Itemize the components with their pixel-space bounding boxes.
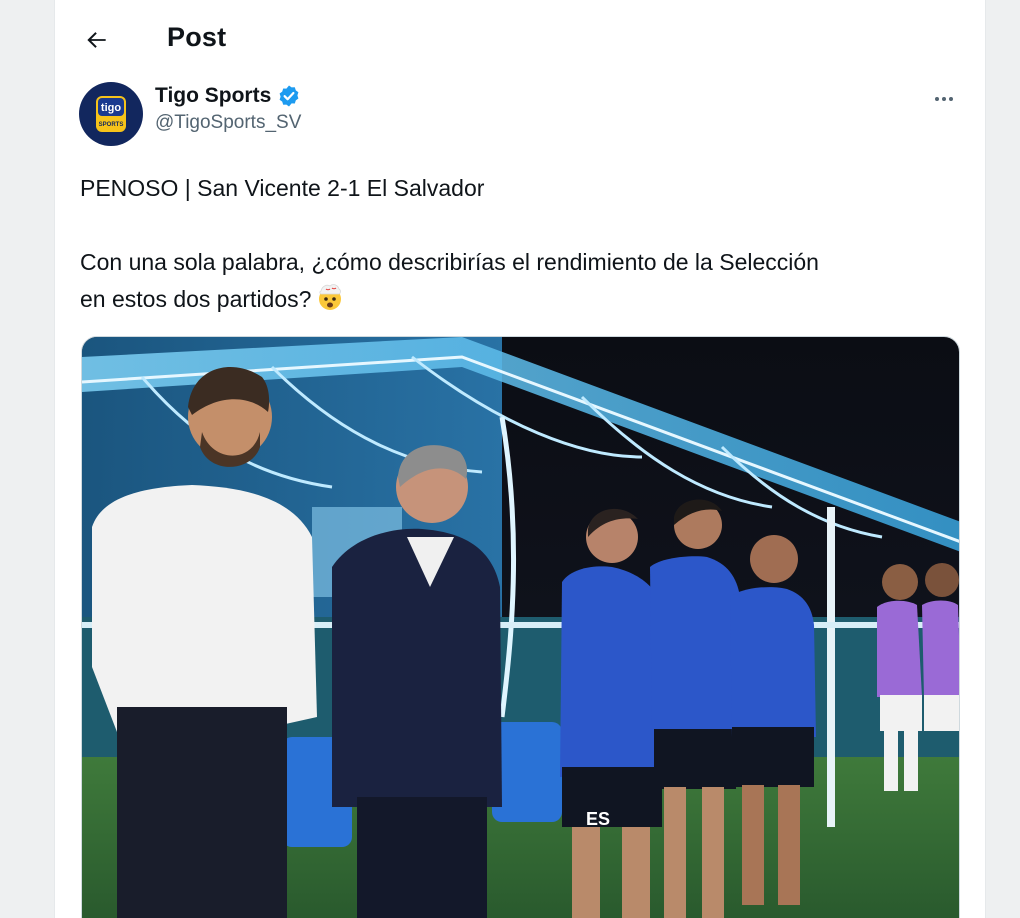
- post-photo[interactable]: ES: [81, 336, 960, 918]
- post-text-line: PENOSO | San Vicente 2-1 El Salvador: [80, 175, 485, 201]
- display-name-row: Tigo Sports: [155, 84, 301, 108]
- post-text-line: Con una sola palabra, ¿cómo describirías…: [80, 249, 819, 275]
- verified-badge-icon: [279, 85, 299, 107]
- author-handle[interactable]: @TigoSports_SV: [155, 112, 301, 134]
- left-background: [0, 0, 54, 918]
- post-text-line-3: en estos dos partidos?: [80, 286, 312, 312]
- arrow-left-icon: [87, 32, 106, 48]
- more-dot-icon: [949, 97, 953, 101]
- more-dot-icon: [942, 97, 946, 101]
- post-detail-column: Post tigo SPORTS Tigo Sports @TigoSports…: [54, 0, 986, 918]
- post-text: PENOSO | San Vicente 2-1 El Salvador Con…: [80, 170, 960, 323]
- more-options-button[interactable]: [927, 84, 961, 114]
- post-header: Post: [55, 0, 985, 76]
- back-button[interactable]: [77, 20, 117, 60]
- avatar[interactable]: tigo SPORTS: [79, 82, 143, 146]
- post-text-line: en estos dos partidos?: [80, 281, 960, 323]
- author-block: Tigo Sports @TigoSports_SV: [155, 84, 301, 134]
- page-title: Post: [167, 22, 227, 52]
- avatar-logo-text: tigo: [101, 102, 121, 114]
- avatar-logo-subtext: SPORTS: [99, 122, 124, 128]
- exploding-head-icon: [315, 282, 345, 323]
- tigo-sports-logo-icon: tigo SPORTS: [96, 96, 126, 132]
- more-dot-icon: [935, 97, 939, 101]
- author-display-name[interactable]: Tigo Sports: [155, 84, 271, 108]
- jersey-text: ES: [586, 809, 610, 829]
- right-background: [986, 0, 1020, 918]
- post-photo-illustration: ES: [82, 337, 959, 918]
